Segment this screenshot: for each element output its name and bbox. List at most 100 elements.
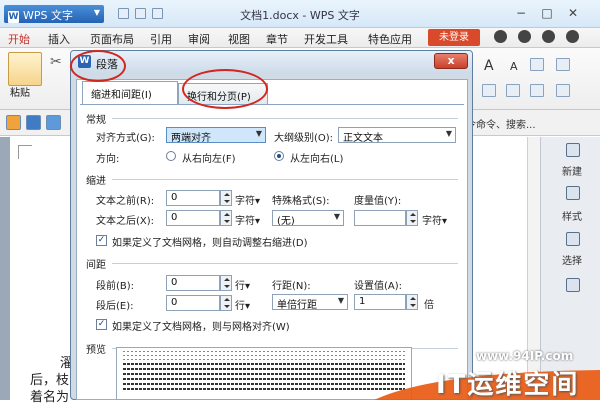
preview-line xyxy=(123,351,405,352)
setting-value-input[interactable]: 1 xyxy=(354,294,406,310)
shrink-font-button[interactable]: A xyxy=(510,60,518,73)
space-before-spinner[interactable] xyxy=(220,275,232,291)
shading-icon[interactable] xyxy=(556,84,570,97)
indent-after-input[interactable]: 0 xyxy=(166,210,220,226)
menu-chapter[interactable]: 章节 xyxy=(266,31,288,47)
shapes-icon[interactable] xyxy=(566,278,580,292)
section-general: 常规 xyxy=(86,115,106,126)
chevron-down-icon: ▼ xyxy=(333,212,340,221)
section-divider xyxy=(112,118,458,119)
clear-format-icon[interactable] xyxy=(530,58,544,71)
numbered-list-icon[interactable] xyxy=(506,84,520,97)
unit-text: 字符 xyxy=(422,216,442,227)
measure-unit[interactable]: 字符▾ xyxy=(422,212,447,227)
space-before-unit[interactable]: 行▾ xyxy=(235,277,250,292)
pane-new[interactable]: 新建 xyxy=(562,163,600,178)
collapse-icon[interactable] xyxy=(566,30,579,43)
pane-select[interactable]: 选择 xyxy=(562,252,600,267)
auto-adjust-checkbox[interactable]: ✓ xyxy=(96,235,107,246)
menu-view[interactable]: 视图 xyxy=(228,31,250,47)
direction-label: 方向: xyxy=(96,154,120,165)
line-spacing-select[interactable]: 单倍行距 ▼ xyxy=(272,294,348,311)
minimize-button[interactable]: − xyxy=(508,4,534,22)
space-after-spinner[interactable] xyxy=(220,295,232,311)
preview-line xyxy=(123,388,405,390)
command-search[interactable]: 令命令、搜索... xyxy=(466,116,536,131)
maximize-button[interactable]: □ xyxy=(534,4,560,22)
setting-value-spinner[interactable] xyxy=(406,294,418,310)
pane-toggle-icon[interactable] xyxy=(566,143,580,157)
highlight-icon[interactable] xyxy=(556,58,570,71)
wps-logo-icon: W xyxy=(8,11,19,23)
alignment-select[interactable]: 两端对齐 ▼ xyxy=(166,127,266,144)
window-controls: − □ ✕ xyxy=(508,4,598,24)
tab-indent-spacing[interactable]: 缩进和间距(I) xyxy=(82,81,178,104)
menu-insert[interactable]: 插入 xyxy=(48,31,70,47)
document-title: 文档1.docx - WPS 文字 xyxy=(240,9,360,22)
close-window-button[interactable]: ✕ xyxy=(560,4,586,22)
chevron-down-icon: ▼ xyxy=(93,8,100,17)
dialog-title-bar[interactable] xyxy=(71,51,472,73)
app-menu-button[interactable]: W WPS 文字 ▼ xyxy=(4,5,104,23)
special-format-label: 特殊格式(S): xyxy=(272,196,330,207)
indent-icon[interactable] xyxy=(530,84,544,97)
measure-input[interactable] xyxy=(354,210,406,226)
space-after-unit[interactable]: 行▾ xyxy=(235,297,250,312)
indent-after-unit[interactable]: 字符▾ xyxy=(235,212,260,227)
print-icon[interactable] xyxy=(135,8,146,19)
undo-icon[interactable] xyxy=(152,8,163,19)
menu-features[interactable]: 特色应用 xyxy=(368,31,412,47)
ltr-radio[interactable] xyxy=(274,151,284,161)
section-indent: 缩进 xyxy=(86,176,106,187)
menu-developer[interactable]: 开发工具 xyxy=(304,31,348,47)
help-icon[interactable] xyxy=(542,30,555,43)
unit-text: 行 xyxy=(235,281,245,292)
style-icon[interactable] xyxy=(566,186,580,200)
space-before-input[interactable]: 0 xyxy=(166,275,220,291)
grow-font-button[interactable]: A xyxy=(484,58,494,74)
save-icon[interactable] xyxy=(26,115,41,130)
setting-value-label: 设置值(A): xyxy=(354,281,403,292)
indent-before-unit[interactable]: 字符▾ xyxy=(235,192,260,207)
open-icon[interactable] xyxy=(6,115,21,130)
menu-page-layout[interactable]: 页面布局 xyxy=(90,31,134,47)
dialog-close-button[interactable]: x xyxy=(434,53,468,69)
measure-spinner[interactable] xyxy=(406,210,418,226)
watermark-url: www.94IP.com xyxy=(476,349,574,363)
paste-label: 粘贴 xyxy=(10,88,30,99)
settings-icon[interactable] xyxy=(518,30,531,43)
margin-corner-mark xyxy=(18,145,32,159)
special-format-select[interactable]: (无) ▼ xyxy=(272,210,344,227)
indent-before-input[interactable]: 0 xyxy=(166,190,220,206)
measure-label: 度量值(Y): xyxy=(354,196,402,207)
document-text-line: 着名为 xyxy=(30,390,70,405)
list-icon[interactable] xyxy=(482,84,496,97)
unit-text: 行 xyxy=(235,301,245,312)
app-name: WPS 文字 xyxy=(23,9,73,22)
section-divider xyxy=(112,179,458,180)
rtl-radio[interactable] xyxy=(166,151,176,161)
unit-text: 字符 xyxy=(235,216,255,227)
preview-line xyxy=(123,373,405,375)
menu-references[interactable]: 引用 xyxy=(150,31,172,47)
cut-icon[interactable]: ✂ xyxy=(50,54,62,70)
special-format-value: (无) xyxy=(277,216,295,227)
menu-home[interactable]: 开始 xyxy=(8,31,30,47)
skin-icon[interactable] xyxy=(494,30,507,43)
menu-right-icons xyxy=(494,30,600,46)
paste-button[interactable] xyxy=(8,52,42,86)
space-after-input[interactable]: 0 xyxy=(166,295,220,311)
print-icon[interactable] xyxy=(46,115,61,130)
login-button[interactable]: 未登录 xyxy=(428,29,480,46)
menu-review[interactable]: 审阅 xyxy=(188,31,210,47)
pane-style[interactable]: 样式 xyxy=(562,208,600,223)
indent-after-spinner[interactable] xyxy=(220,210,232,226)
annotation-ring-title xyxy=(70,50,126,82)
section-divider xyxy=(112,263,458,264)
save-icon[interactable] xyxy=(118,8,129,19)
snap-grid-checkbox[interactable]: ✓ xyxy=(96,319,107,330)
select-icon[interactable] xyxy=(566,232,580,246)
indent-before-spinner[interactable] xyxy=(220,190,232,206)
section-preview: 预览 xyxy=(86,345,106,356)
outline-level-select[interactable]: 正文文本 ▼ xyxy=(338,127,456,144)
